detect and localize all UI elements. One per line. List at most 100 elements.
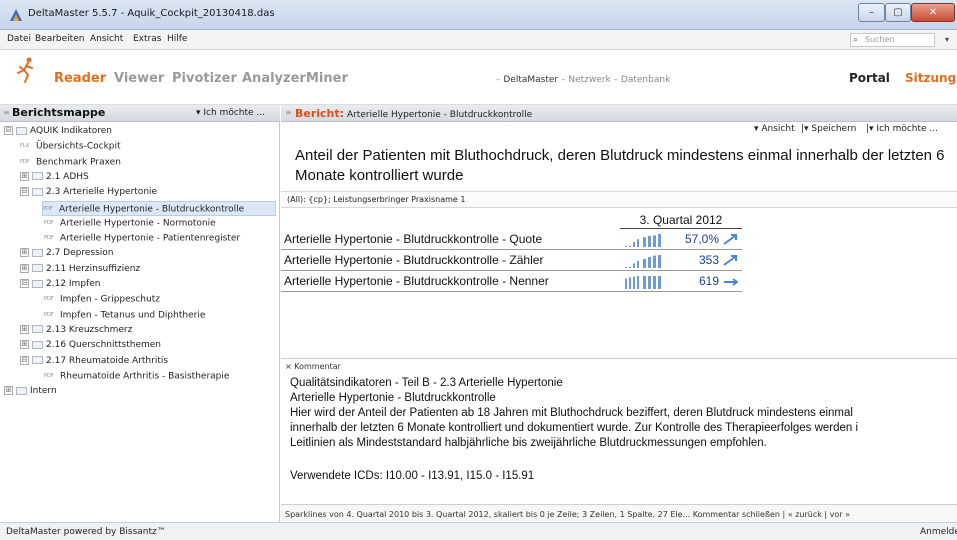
minimize-button[interactable]: – [858, 3, 885, 22]
sparkline-bar [637, 276, 639, 289]
tree-item-label: 2.17 Rheumatoide Arthritis [46, 355, 169, 366]
row-label: Arterielle Hypertonie - Blutdruckkontrol… [284, 232, 543, 246]
bericht-name: Arterielle Hypertonie - Blutdruckkontrol… [346, 110, 533, 120]
tree-item-label: 2.16 Querschnittsthemen [46, 340, 161, 351]
ansicht-menu[interactable]: ▾ Ansicht [754, 124, 795, 134]
ich-moechte-menu-left[interactable]: ▾ Ich möchte ... [196, 108, 265, 118]
table-row[interactable]: Arterielle Hypertonie - Blutdruckkontrol… [281, 230, 742, 250]
collapse-icon[interactable]: ⊟ [4, 126, 13, 135]
collapse-left-icon[interactable]: ≡ [3, 108, 10, 117]
status-powered-by: DeltaMaster powered by Bissantz™ [6, 527, 166, 537]
table-row[interactable]: Arterielle Hypertonie - Blutdruckkontrol… [281, 251, 742, 271]
tree-item[interactable]: ⊟ 2.17 Rheumatoide Arthritis [20, 354, 168, 369]
mode-pivotizer[interactable]: Pivotizer [172, 71, 237, 86]
sparkline-bar [633, 263, 635, 268]
expand-icon[interactable]: ⊞ [20, 171, 29, 181]
row-value[interactable]: 57,0% [667, 232, 719, 246]
folder-icon [16, 126, 27, 135]
bericht-title: Bericht: Arterielle Hypertonie - Blutdru… [295, 107, 532, 120]
mode-analyzer[interactable]: Analyzer [242, 71, 306, 86]
mode-viewer[interactable]: Viewer [114, 71, 164, 86]
row-label: Arterielle Hypertonie - Blutdruckkontrol… [284, 253, 544, 267]
row-value[interactable]: 619 [667, 274, 719, 288]
crumb-deltamaster[interactable]: DeltaMaster [503, 75, 558, 85]
tree-item[interactable]: ⊟ 2.3 Arterielle Hypertonie [20, 185, 157, 200]
collapse-right-icon[interactable]: ≡ [285, 108, 292, 117]
comment-header[interactable]: × Kommentar [285, 362, 341, 371]
comment-text[interactable]: Qualitätsindikatoren - Teil B - 2.3 Arte… [290, 376, 957, 484]
sparkline-bar [629, 245, 631, 247]
sparkline[interactable] [623, 254, 668, 268]
mode-navigation: Reader Viewer Pivotizer Analyzer Miner –… [0, 50, 957, 105]
collapse-icon[interactable]: ⊟ [20, 279, 29, 288]
tree-item[interactable]: PDF Benchmark Praxen [20, 155, 121, 170]
search-input[interactable]: ⌕ Suchen [850, 33, 935, 47]
collapse-icon[interactable]: ⊟ [20, 187, 29, 197]
mode-reader[interactable]: Reader [54, 71, 106, 86]
portal-link[interactable]: Portal [849, 71, 890, 85]
menu-datei[interactable]: Datei [7, 34, 31, 44]
tree-item-label: Arterielle Hypertonie - Blutdruckkontrol… [59, 204, 245, 214]
tree-item[interactable]: ⊟ 2.12 Impfen [20, 277, 100, 292]
sparkline-bar [653, 235, 656, 247]
comment-line: Leitlinien als Mindeststandard halbjährl… [290, 437, 767, 449]
speichern-menu[interactable]: |▾ Speichern [801, 124, 856, 134]
expand-icon[interactable]: ⊞ [4, 386, 13, 396]
sparkline-bar [629, 277, 631, 289]
sparkline-bar [658, 255, 661, 268]
tree-item[interactable]: PDF Impfen - Grippeschutz [44, 292, 160, 307]
tree-item[interactable]: PDF Arterielle Hypertonie - Normotonie [44, 216, 216, 231]
sparkline-bar [633, 276, 635, 289]
tree-item[interactable]: PDF Arterielle Hypertonie - Blutdruckkont… [42, 200, 276, 216]
comment-line: innerhalb der letzten 6 Monate kontrolli… [290, 422, 859, 434]
collapse-icon[interactable]: ⊟ [20, 355, 29, 365]
expand-icon[interactable]: ⊞ [20, 248, 29, 258]
tree-item[interactable]: ⊟ AQUIK Indikatoren [4, 124, 112, 139]
expand-icon[interactable]: ⊞ [20, 263, 29, 273]
mode-miner[interactable]: Miner [306, 71, 348, 86]
folder-icon [32, 264, 43, 273]
tree-item[interactable]: ⊞ 2.7 Depression [20, 246, 113, 261]
sparkline-info[interactable]: Sparklines von 4. Quartal 2010 bis 3. Qu… [285, 510, 850, 519]
expand-icon[interactable]: ⊞ [20, 340, 29, 350]
sparkline-bar [637, 260, 639, 268]
search-dropdown-icon[interactable]: ▾ [937, 33, 957, 47]
tree-item[interactable]: FLX Übersichts-Cockpit [20, 139, 121, 154]
sparkline[interactable] [623, 275, 668, 289]
tree-item[interactable]: ⊞ 2.11 Herzinsuffizienz [20, 262, 140, 277]
maximize-button[interactable]: ▢ [885, 3, 911, 22]
menu-bearbeiten[interactable]: Bearbeiten [35, 34, 84, 44]
report-icon: FLX [20, 143, 30, 150]
tree-item-label: Arterielle Hypertonie - Patientenregiste… [60, 233, 241, 244]
tree-item[interactable]: PDF Impfen - Tetanus und Diphtherie [44, 308, 205, 323]
tree-item[interactable]: PDF Rheumatoide Arthritis - Basistherapie [44, 369, 229, 384]
sparkline-bar [653, 255, 656, 268]
column-header-quarter[interactable]: 3. Quartal 2012 [620, 211, 742, 229]
report-icon: PDF [43, 205, 53, 212]
close-button[interactable]: ✕ [911, 3, 955, 22]
tree-item[interactable]: ⊞ 2.16 Querschnittsthemen [20, 338, 161, 353]
tree-item-label: Impfen - Tetanus und Diphtherie [60, 310, 206, 321]
row-value[interactable]: 353 [667, 253, 719, 267]
report-icon: PDF [44, 372, 54, 379]
filter-bar[interactable]: (All): {cp}; Leistungserbringer Praxisna… [281, 191, 957, 208]
sitzung-link[interactable]: Sitzung [905, 71, 956, 85]
tree-item[interactable]: ⊞ 2.13 Kreuzschmerz [20, 323, 132, 338]
trend-up-arrow-icon [723, 255, 737, 266]
crumb-rest[interactable]: – Netzwerk – Datenbank [561, 75, 670, 85]
menu-ansicht[interactable]: Ansicht [90, 34, 123, 44]
table-row[interactable]: Arterielle Hypertonie - Blutdruckkontrol… [281, 272, 742, 292]
ich-moechte-menu-right[interactable]: |▾ Ich möchte ... [866, 124, 938, 134]
folder-icon [32, 172, 43, 181]
anmelden-link[interactable]: Anmelden [920, 527, 957, 537]
menu-extras[interactable]: Extras [133, 34, 161, 44]
tree-item[interactable]: PDF Arterielle Hypertonie - Patientenregi… [44, 231, 240, 246]
sparkline-bar [658, 234, 661, 247]
tree-item[interactable]: ⊞ 2.1 ADHS [20, 170, 89, 185]
menu-hilfe[interactable]: Hilfe [167, 34, 187, 44]
sparkline[interactable] [623, 233, 668, 247]
panel-splitter[interactable] [281, 358, 957, 359]
tree-item[interactable]: ⊞ Intern [4, 384, 57, 399]
expand-icon[interactable]: ⊞ [20, 324, 29, 334]
sparkline-bar [625, 246, 627, 247]
